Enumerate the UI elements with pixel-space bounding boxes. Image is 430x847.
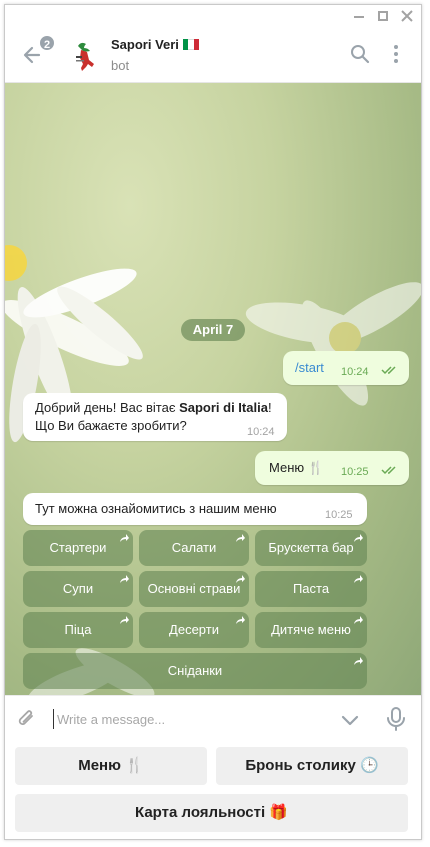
- search-icon: [351, 45, 370, 64]
- share-arrow-icon: [120, 534, 129, 542]
- paperclip-icon: [18, 710, 33, 725]
- message-time: 10:24: [341, 366, 369, 378]
- chat-title-text: Sapori Veri: [111, 37, 179, 52]
- more-button[interactable]: [385, 43, 407, 65]
- message-text[interactable]: /start: [295, 359, 324, 377]
- inline-button-pizza[interactable]: Піца: [23, 612, 133, 648]
- avatar[interactable]: [65, 36, 105, 76]
- telegram-window: 2 Sapori Veri bot April 7 /start 10:24 Д…: [4, 4, 422, 840]
- inline-button-label: Салати: [171, 540, 217, 555]
- inline-button-soups[interactable]: Супи: [23, 571, 133, 607]
- read-checks-icon: [381, 466, 396, 475]
- chat-subtitle: bot: [111, 58, 130, 73]
- inline-button-label: Брускетта бар: [268, 540, 354, 555]
- message-time: 10:24: [247, 426, 275, 438]
- message-time: 10:25: [325, 509, 353, 521]
- share-arrow-icon: [354, 534, 363, 542]
- bot-keyboard-toggle[interactable]: [339, 709, 361, 731]
- outgoing-message[interactable]: Меню 🍴 10:25: [255, 451, 409, 485]
- unread-badge: 2: [38, 34, 56, 52]
- message-text: Меню 🍴: [269, 460, 324, 475]
- search-button[interactable]: [349, 43, 371, 65]
- inline-button-breakfasts[interactable]: Сніданки: [23, 653, 367, 689]
- message-text-bold: Sapori di Italia: [179, 400, 268, 415]
- inline-button-pasta[interactable]: Паста: [255, 571, 367, 607]
- message-text: Тут можна ознайомитись з нашим меню: [35, 501, 277, 516]
- close-button[interactable]: [397, 7, 417, 25]
- date-separator: April 7: [181, 319, 245, 341]
- window-titlebar: [5, 5, 421, 27]
- chat-title[interactable]: Sapori Veri: [111, 37, 199, 52]
- share-arrow-icon: [236, 534, 245, 542]
- share-arrow-icon: [354, 657, 363, 665]
- inline-button-label: Десерти: [169, 622, 219, 637]
- chat-header: 2 Sapori Veri bot: [5, 27, 421, 83]
- voice-record-button[interactable]: [385, 706, 407, 732]
- message-input[interactable]: [53, 709, 323, 729]
- close-icon: [401, 10, 413, 22]
- maximize-icon: [378, 11, 388, 21]
- inline-button-label: Паста: [292, 581, 330, 596]
- inline-button-label: Дитяче меню: [271, 622, 351, 637]
- share-arrow-icon: [120, 575, 129, 583]
- minimize-button[interactable]: [349, 7, 369, 25]
- inline-button-label: Сніданки: [167, 663, 223, 678]
- minimize-icon: [354, 16, 364, 18]
- outgoing-message[interactable]: /start 10:24: [283, 351, 409, 385]
- message-input-bar: [5, 695, 421, 741]
- inline-button-desserts[interactable]: Десерти: [139, 612, 249, 648]
- inline-button-starters[interactable]: Стартери: [23, 530, 133, 566]
- share-arrow-icon: [354, 575, 363, 583]
- message-text: Добрий день! Вас вітає Sapori di Italia!…: [35, 399, 283, 435]
- reply-button-booking[interactable]: Бронь столику 🕒: [216, 747, 408, 785]
- maximize-button[interactable]: [373, 7, 393, 25]
- inline-button-salads[interactable]: Салати: [139, 530, 249, 566]
- chat-area[interactable]: April 7 /start 10:24 Добрий день! Вас ві…: [5, 83, 421, 695]
- incoming-message[interactable]: Добрий день! Вас вітає Sapori di Italia!…: [23, 393, 287, 441]
- bot-logo-icon: [65, 36, 105, 76]
- share-arrow-icon: [354, 616, 363, 624]
- more-vertical-icon: [394, 45, 398, 63]
- share-arrow-icon: [120, 616, 129, 624]
- inline-button-label: Супи: [62, 581, 94, 596]
- chevron-down-icon: [341, 715, 359, 726]
- microphone-icon: [387, 707, 405, 731]
- message-text-part: Добрий день! Вас вітає: [35, 400, 180, 415]
- share-arrow-icon: [236, 616, 245, 624]
- share-arrow-icon: [236, 575, 245, 583]
- reply-keyboard: Меню 🍴 Бронь столику 🕒 Карта лояльності …: [5, 741, 421, 839]
- reply-button-menu[interactable]: Меню 🍴: [15, 747, 207, 785]
- inline-button-bruschetta[interactable]: Брускетта бар: [255, 530, 367, 566]
- italy-flag-icon: [182, 39, 199, 50]
- inline-button-label: Стартери: [49, 540, 107, 555]
- message-time: 10:25: [341, 466, 369, 478]
- inline-button-main-dishes[interactable]: Основні страви: [139, 571, 249, 607]
- inline-button-label: Основні страви: [147, 581, 241, 596]
- attach-button[interactable]: [15, 707, 39, 731]
- read-checks-icon: [381, 366, 396, 375]
- incoming-message[interactable]: Тут можна ознайомитись з нашим меню 10:2…: [23, 493, 367, 525]
- inline-button-kids-menu[interactable]: Дитяче меню: [255, 612, 367, 648]
- reply-button-loyalty[interactable]: Карта лояльності 🎁: [15, 794, 408, 832]
- inline-button-label: Піца: [64, 622, 92, 637]
